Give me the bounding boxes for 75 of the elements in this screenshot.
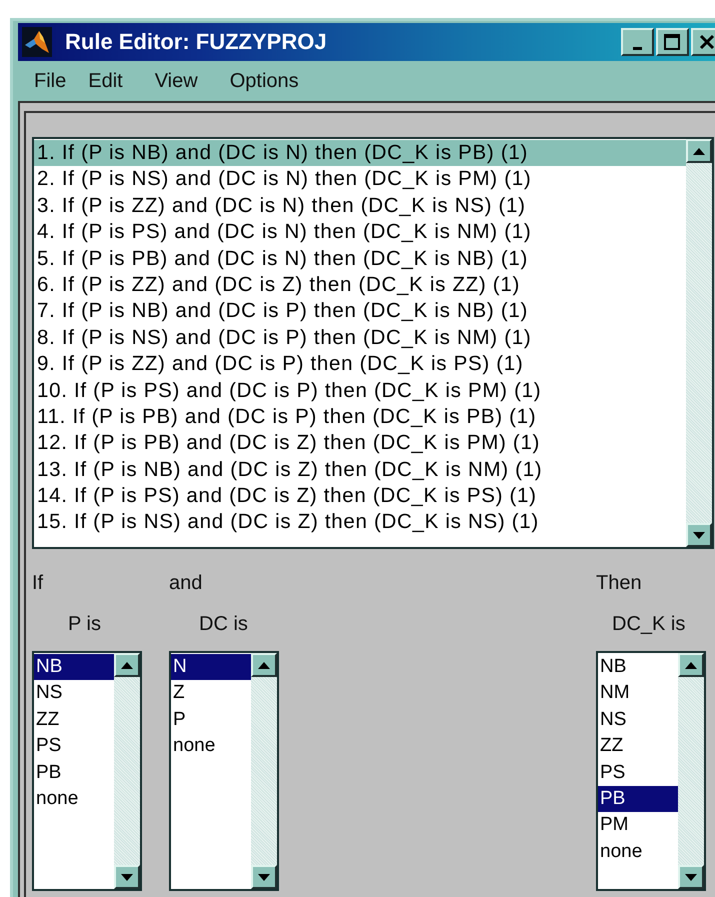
term-item[interactable]: PB bbox=[598, 786, 678, 812]
rule-item[interactable]: 5. If (P is PB) and (DC is N) then (DC_K is NB) (1) bbox=[34, 246, 686, 272]
scrollbar[interactable] bbox=[114, 653, 140, 889]
variable-label: DC_K is bbox=[611, 612, 686, 636]
term-item[interactable]: NB bbox=[598, 654, 678, 680]
rule-item[interactable]: 1. If (P is NB) and (DC is N) then (DC_K is PB) (1) bbox=[34, 140, 686, 166]
up-arrow-icon bbox=[258, 662, 270, 668]
scroll-up-button[interactable] bbox=[251, 653, 277, 677]
scrollbar[interactable] bbox=[678, 653, 704, 889]
down-arrow-icon bbox=[693, 532, 705, 538]
rule-item[interactable]: 3. If (P is ZZ) and (DC is N) then (DC_K is NS) (1) bbox=[34, 192, 686, 220]
up-arrow-icon bbox=[693, 148, 705, 154]
term-list[interactable]: NB NM NS ZZ PS PB PM none bbox=[596, 651, 706, 891]
term-item[interactable]: NM bbox=[598, 680, 678, 707]
up-arrow-icon bbox=[121, 662, 133, 668]
rule-item[interactable]: 11. If (P is PB) and (DC is P) then (DC_K is PB) (1) bbox=[34, 404, 686, 430]
term-item[interactable]: PM bbox=[598, 812, 678, 839]
rule-item[interactable]: 2. If (P is NS) and (DC is N) then (DC_K is PM) (1) bbox=[34, 166, 686, 193]
term-item[interactable]: PS bbox=[34, 733, 114, 760]
menu-item[interactable]: File bbox=[18, 70, 78, 92]
scrollbar[interactable] bbox=[251, 653, 277, 889]
term-item[interactable]: NS bbox=[598, 706, 678, 734]
term-item[interactable]: none bbox=[598, 838, 678, 866]
term-list[interactable]: NB NS ZZ PS PB none bbox=[32, 651, 142, 891]
term-item[interactable]: none bbox=[34, 786, 114, 812]
down-arrow-icon bbox=[121, 874, 133, 880]
menu-item[interactable]: Edit bbox=[78, 70, 145, 92]
rule-item[interactable]: 8. If (P is NS) and (DC is P) then (DC_K is NM) (1) bbox=[34, 324, 686, 352]
connector-label: If bbox=[32, 571, 44, 595]
maximize-icon bbox=[663, 33, 682, 51]
term-item[interactable]: ZZ bbox=[34, 706, 114, 734]
rule-item[interactable]: 14. If (P is PS) and (DC is Z) then (DC_K is PS) (1) bbox=[34, 483, 686, 510]
rule-item[interactable]: 12. If (P is PB) and (DC is Z) then (DC_K is PM) (1) bbox=[34, 430, 686, 457]
term-item[interactable]: ZZ bbox=[598, 733, 678, 760]
up-arrow-icon bbox=[685, 662, 697, 668]
scroll-up-button[interactable] bbox=[686, 139, 712, 163]
connector-label: and bbox=[169, 571, 204, 595]
variable-label: P is bbox=[67, 612, 102, 636]
variable-label: DC is bbox=[198, 612, 249, 636]
rule-item[interactable]: 4. If (P is PS) and (DC is N) then (DC_K is NM) (1) bbox=[34, 219, 686, 246]
rule-item[interactable]: 7. If (P is NB) and (DC is P) then (DC_K is NB) (1) bbox=[34, 298, 686, 325]
term-item[interactable]: NS bbox=[34, 680, 114, 707]
rule-item[interactable]: 13. If (P is NB) and (DC is Z) then (DC_K is NM) (1) bbox=[34, 456, 686, 484]
connector-label: Then bbox=[596, 571, 643, 595]
close-icon bbox=[699, 34, 715, 50]
minimize-button[interactable] bbox=[620, 28, 654, 56]
rule-list[interactable] bbox=[32, 137, 714, 549]
scroll-up-button[interactable] bbox=[114, 653, 140, 677]
down-arrow-icon bbox=[685, 874, 697, 880]
term-item[interactable]: PS bbox=[598, 760, 678, 786]
scroll-down-button[interactable] bbox=[114, 865, 140, 889]
down-arrow-icon bbox=[258, 874, 270, 880]
term-item[interactable]: none bbox=[171, 733, 251, 760]
scroll-down-button[interactable] bbox=[678, 865, 704, 889]
scroll-down-button[interactable] bbox=[686, 523, 712, 547]
window-title: Rule Editor: FUZZYPROJ bbox=[65, 29, 327, 55]
term-item[interactable]: Z bbox=[171, 680, 251, 707]
menu-item[interactable]: Options bbox=[220, 70, 321, 92]
scroll-up-button[interactable] bbox=[678, 653, 704, 677]
term-item[interactable]: N bbox=[171, 654, 251, 680]
term-list[interactable]: N Z P none bbox=[169, 651, 279, 891]
term-item[interactable]: PB bbox=[34, 760, 114, 786]
maximize-button[interactable] bbox=[656, 28, 689, 56]
scrollbar[interactable] bbox=[686, 139, 712, 547]
menu-item[interactable]: View bbox=[144, 70, 220, 92]
close-button[interactable] bbox=[690, 28, 715, 56]
peak-surface-icon bbox=[22, 27, 52, 57]
rule-item[interactable]: 9. If (P is ZZ) and (DC is P) then (DC_K is PS) (1) bbox=[34, 351, 686, 378]
term-item[interactable]: NB bbox=[34, 654, 114, 680]
scroll-down-button[interactable] bbox=[251, 865, 277, 889]
rule-item[interactable]: 15. If (P is NS) and (DC is Z) then (DC_K is NS) (1) bbox=[34, 509, 686, 536]
rule-item[interactable]: 10. If (P is PS) and (DC is P) then (DC_K is PM) (1) bbox=[34, 378, 686, 404]
term-item[interactable]: P bbox=[171, 706, 251, 734]
minimize-icon bbox=[632, 46, 642, 50]
rule-item[interactable]: 6. If (P is ZZ) and (DC is Z) then (DC_K is ZZ) (1) bbox=[34, 272, 686, 298]
